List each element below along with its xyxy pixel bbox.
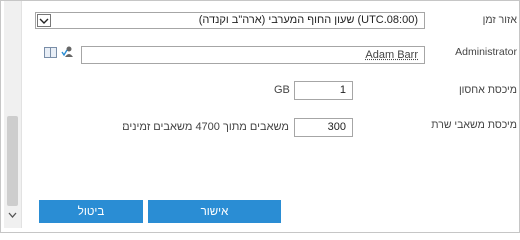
chevron-down-icon[interactable]: [37, 14, 51, 27]
administrator-field[interactable]: Adam Barr: [81, 46, 425, 64]
resources-indicator: [123, 125, 125, 127]
dialog-frame: אזור זמן (UTC.08:00) שעון החוף המערבי (א…: [0, 0, 520, 233]
resources-available-text: משאבים מתוך 4700 משאבים זמינים: [122, 121, 289, 133]
scroll-down-icon[interactable]: [6, 209, 19, 222]
chevron-down-glyph: [8, 212, 17, 218]
administrator-label: Administrator: [455, 46, 517, 58]
chevron-down-glyph: [39, 18, 49, 24]
vertical-scrollbar[interactable]: [4, 1, 22, 228]
ok-button[interactable]: אישור: [148, 200, 281, 223]
storage-unit: GB: [274, 84, 290, 96]
scroll-up-icon[interactable]: [6, 1, 19, 10]
administrator-value[interactable]: Adam Barr: [365, 49, 418, 61]
check-names-glyph: [61, 46, 73, 57]
cancel-button[interactable]: ביטול: [39, 200, 143, 223]
timezone-select[interactable]: (UTC.08:00) שעון החוף המערבי (ארה"ב וקנד…: [35, 12, 425, 29]
timezone-label: אזור זמן: [482, 14, 517, 26]
storage-label: מיכסת אחסון: [458, 84, 517, 96]
address-book-icon[interactable]: [44, 47, 57, 58]
cancel-button-label: ביטול: [77, 206, 105, 218]
resource-quota-input[interactable]: 300: [294, 118, 353, 137]
timezone-value: (UTC.08:00) שעון החוף המערבי (ארה"ב וקנד…: [198, 14, 418, 26]
storage-quota-input[interactable]: 1: [294, 81, 353, 100]
check-names-icon[interactable]: [61, 45, 75, 59]
resources-label: מיכסת משאבי שרת: [431, 119, 517, 131]
scroll-thumb[interactable]: [7, 116, 18, 206]
